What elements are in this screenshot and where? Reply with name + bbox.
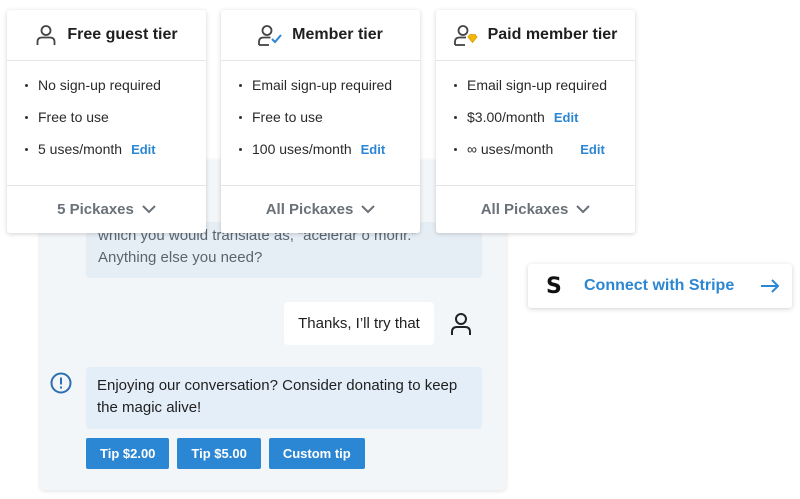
feature-text: ∞ uses/month xyxy=(467,141,554,157)
feature-text: Free to use xyxy=(38,109,109,125)
tier-card-free-guest: Free guest tier No sign-up required Free… xyxy=(7,10,206,233)
pickaxes-dropdown[interactable]: All Pickaxes xyxy=(221,186,420,232)
tier-header: Member tier xyxy=(221,10,420,61)
tier-title: Paid member tier xyxy=(487,26,618,43)
feature-text: Email sign-up required xyxy=(467,77,608,93)
connect-stripe-button[interactable]: S Connect with Stripe xyxy=(528,264,792,308)
edit-price-link[interactable]: Edit xyxy=(554,110,579,125)
connect-stripe-label: Connect with Stripe xyxy=(584,277,735,294)
tier-features: Email sign-up required Free to use 100 u… xyxy=(221,61,420,186)
dropdown-label: All Pickaxes xyxy=(265,200,354,218)
user-avatar-icon xyxy=(451,313,471,335)
donation-notice: Enjoying our conversation? Consider dona… xyxy=(86,367,482,429)
feature-text: 100 uses/month xyxy=(252,141,352,157)
tier-feature: Free to use xyxy=(25,106,206,128)
tier-header: Free guest tier xyxy=(7,10,206,61)
person-check-icon xyxy=(258,25,282,46)
tier-feature: Email sign-up required xyxy=(239,74,420,96)
stripe-logo-icon: S xyxy=(546,273,562,299)
tier-feature: 5 uses/month Edit xyxy=(25,138,206,160)
tip-buttons: Tip $2.00 Tip $5.00 Custom tip xyxy=(86,438,365,469)
dropdown-label: All Pickaxes xyxy=(480,200,569,218)
tier-card-member: Member tier Email sign-up required Free … xyxy=(221,10,420,233)
chevron-down-icon xyxy=(361,204,375,213)
tier-features: Email sign-up required $3.00/month Edit ∞… xyxy=(436,61,635,186)
feature-text: Email sign-up required xyxy=(252,77,393,93)
custom-tip-button[interactable]: Custom tip xyxy=(268,438,365,469)
dropdown-label: 5 Pickaxes xyxy=(57,200,134,218)
tier-feature: ∞ uses/month Edit xyxy=(454,138,635,160)
feature-text: Free to use xyxy=(252,109,323,125)
person-gem-icon xyxy=(453,25,478,46)
pickaxes-dropdown[interactable]: 5 Pickaxes xyxy=(7,186,206,232)
feature-text: 5 uses/month xyxy=(38,141,123,157)
feature-text: No sign-up required xyxy=(38,77,161,93)
info-alert-icon xyxy=(50,372,72,394)
person-icon xyxy=(36,25,56,45)
user-message: Thanks, I’ll try that xyxy=(284,302,434,345)
tip-2-button[interactable]: Tip $2.00 xyxy=(86,438,170,469)
tier-feature: No sign-up required xyxy=(25,74,206,96)
tier-card-paid-member: Paid member tier Email sign-up required … xyxy=(436,10,635,233)
tier-title: Free guest tier xyxy=(67,26,178,43)
tip-5-button[interactable]: Tip $5.00 xyxy=(177,438,261,469)
tier-title: Member tier xyxy=(292,26,383,43)
edit-uses-link[interactable]: Edit xyxy=(361,142,386,157)
tier-features: No sign-up required Free to use 5 uses/m… xyxy=(7,61,206,186)
chevron-down-icon xyxy=(142,204,156,213)
tier-feature: Free to use xyxy=(239,106,420,128)
tier-feature: $3.00/month Edit xyxy=(454,106,635,128)
edit-uses-link[interactable]: Edit xyxy=(580,142,605,157)
chevron-down-icon xyxy=(576,204,590,213)
feature-text: $3.00/month xyxy=(467,109,545,125)
edit-uses-link[interactable]: Edit xyxy=(131,142,156,157)
pickaxes-dropdown[interactable]: All Pickaxes xyxy=(436,186,635,232)
tier-feature: Email sign-up required xyxy=(454,74,635,96)
tier-header: Paid member tier xyxy=(436,10,635,61)
arrow-right-icon xyxy=(761,279,780,293)
bot-message-line-2: Anything else you need? xyxy=(98,249,263,266)
tier-feature: 100 uses/month Edit xyxy=(239,138,420,160)
